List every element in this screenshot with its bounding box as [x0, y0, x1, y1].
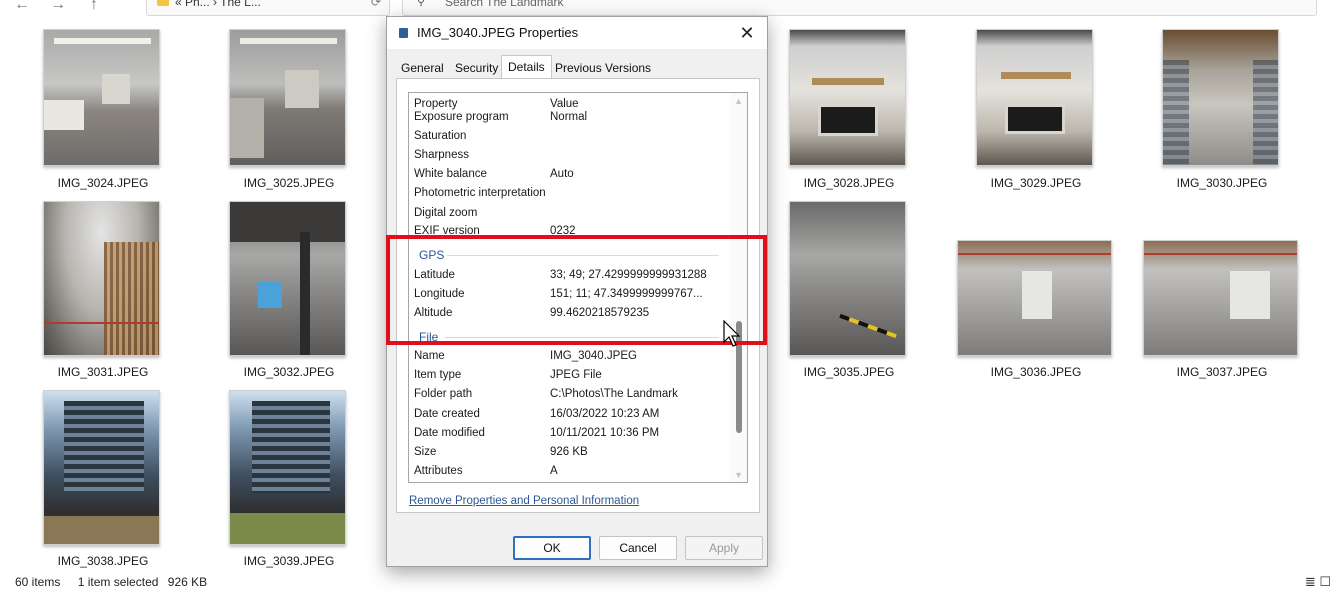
- thumbnail-label[interactable]: IMG_3031.JPEG: [10, 365, 196, 379]
- property-column-header[interactable]: Property: [414, 98, 457, 110]
- thumbnail-image[interactable]: [1143, 240, 1298, 356]
- property-name: Name: [414, 350, 445, 362]
- property-name: Folder path: [414, 388, 473, 400]
- details-view-icon[interactable]: ≣: [1305, 574, 1316, 589]
- property-value: JPEG File: [550, 369, 602, 381]
- thumbnail-label[interactable]: IMG_3037.JPEG: [1129, 365, 1315, 379]
- dialog-title: IMG_3040.JPEG Properties: [417, 25, 579, 40]
- dialog-titlebar[interactable]: IMG_3040.JPEG Properties ✕: [387, 17, 767, 49]
- folder-icon: [157, 0, 169, 6]
- scroll-down-icon[interactable]: ▼: [734, 470, 743, 480]
- property-name: Size: [414, 446, 437, 458]
- property-value: 10/11/2021 10:36 PM: [550, 427, 660, 439]
- property-name: Saturation: [414, 130, 467, 142]
- thumbnail-image[interactable]: [43, 390, 160, 545]
- back-arrow-icon[interactable]: ←: [14, 0, 30, 14]
- thumbnail-image[interactable]: [229, 29, 346, 166]
- property-name: Exposure program: [414, 111, 509, 123]
- up-arrow-icon[interactable]: ↑: [90, 0, 98, 14]
- cancel-button[interactable]: Cancel: [599, 536, 677, 560]
- search-box[interactable]: ⚲ Search The Landmark: [402, 0, 1317, 16]
- property-value: A: [550, 465, 558, 477]
- thumbnail-label[interactable]: IMG_3038.JPEG: [10, 554, 196, 568]
- file-explorer-window: ← → ↑ « Ph... › The L... ⟳ ⚲ Search The …: [0, 0, 1337, 592]
- thumbnail-image[interactable]: [789, 29, 906, 166]
- view-switcher: ≣ ☐: [1305, 574, 1331, 590]
- status-bar: 60 items 1 item selected 926 KB: [15, 575, 221, 589]
- property-name: Digital zoom: [414, 207, 478, 219]
- thumbnail-label[interactable]: IMG_3035.JPEG: [756, 365, 942, 379]
- thumbnail-label[interactable]: IMG_3024.JPEG: [10, 176, 196, 190]
- address-bar[interactable]: « Ph... › The L... ⟳: [146, 0, 390, 16]
- property-value: Auto: [550, 168, 574, 180]
- property-value: 926 KB: [550, 446, 588, 458]
- remove-properties-link[interactable]: Remove Properties and Personal Informati…: [409, 495, 639, 507]
- ok-button[interactable]: OK: [513, 536, 591, 560]
- file-icon: [399, 28, 408, 38]
- close-icon[interactable]: ✕: [733, 20, 761, 46]
- search-input[interactable]: Search The Landmark: [445, 0, 564, 9]
- refresh-icon[interactable]: ⟳: [371, 0, 381, 9]
- thumbnail-label[interactable]: IMG_3032.JPEG: [196, 365, 382, 379]
- address-path: « Ph... › The L...: [175, 0, 261, 9]
- selection-count: 1 item selected: [77, 575, 159, 589]
- thumbnail-image[interactable]: [1162, 29, 1279, 166]
- thumbnail-image[interactable]: [976, 29, 1093, 166]
- thumbnail-image[interactable]: [229, 390, 346, 545]
- thumbnail-image[interactable]: [789, 201, 906, 356]
- tiles-view-icon[interactable]: ☐: [1319, 574, 1331, 589]
- property-name: Date created: [414, 408, 480, 420]
- thumbnail-image[interactable]: [43, 29, 160, 166]
- apply-button[interactable]: Apply: [685, 536, 763, 560]
- scroll-up-icon[interactable]: ▲: [734, 96, 743, 106]
- thumbnail-image[interactable]: [229, 201, 346, 356]
- tab-security[interactable]: Security: [455, 61, 498, 75]
- property-name: White balance: [414, 168, 487, 180]
- tab-general[interactable]: General: [401, 61, 444, 75]
- thumbnail-label[interactable]: IMG_3029.JPEG: [943, 176, 1129, 190]
- property-value: 16/03/2022 10:23 AM: [550, 408, 660, 420]
- tab-previous-versions[interactable]: Previous Versions: [555, 61, 651, 75]
- property-name: Attributes: [414, 465, 463, 477]
- thumbnail-image[interactable]: [957, 240, 1112, 356]
- property-value: C:\Photos\The Landmark: [550, 388, 678, 400]
- thumbnail-label[interactable]: IMG_3039.JPEG: [196, 554, 382, 568]
- property-name: Date modified: [414, 427, 485, 439]
- thumbnail-label[interactable]: IMG_3025.JPEG: [196, 176, 382, 190]
- property-name: Item type: [414, 369, 462, 381]
- search-icon: ⚲: [417, 0, 426, 8]
- property-name: Photometric interpretation: [414, 187, 546, 199]
- forward-arrow-icon[interactable]: →: [50, 0, 66, 14]
- item-count: 60 items: [15, 575, 61, 589]
- thumbnail-label[interactable]: IMG_3030.JPEG: [1129, 176, 1315, 190]
- thumbnail-label[interactable]: IMG_3036.JPEG: [943, 365, 1129, 379]
- tab-details[interactable]: Details: [501, 55, 552, 79]
- selection-size: 926 KB: [167, 575, 208, 589]
- property-name: Sharpness: [414, 149, 469, 161]
- property-value: Normal: [550, 111, 588, 123]
- property-value: IMG_3040.JPEG: [550, 350, 637, 362]
- mouse-cursor-icon: [723, 320, 741, 347]
- thumbnail-label[interactable]: IMG_3028.JPEG: [756, 176, 942, 190]
- thumbnail-image[interactable]: [43, 201, 160, 356]
- gps-highlight-annotation: [386, 235, 767, 345]
- value-column-header[interactable]: Value: [550, 98, 579, 110]
